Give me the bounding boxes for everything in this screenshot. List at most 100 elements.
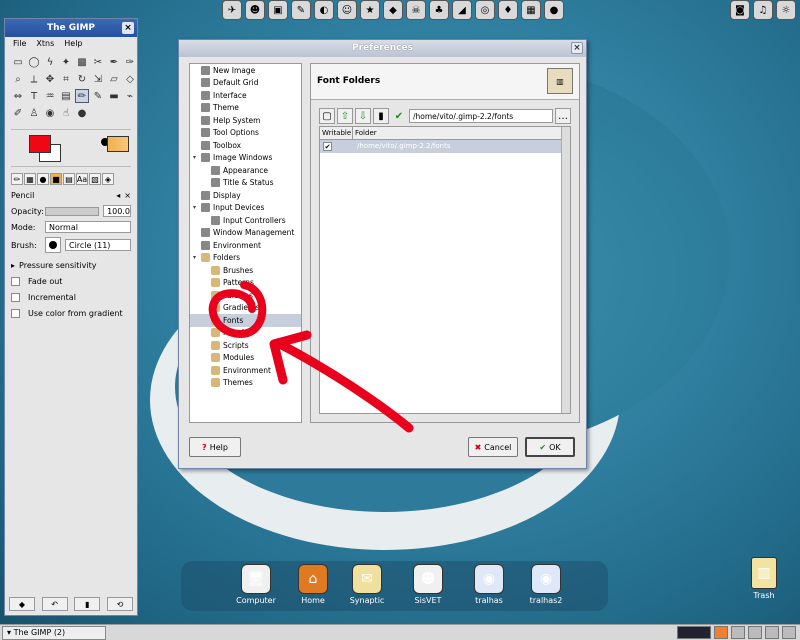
workspace-3[interactable] [765, 626, 779, 639]
rotate-icon[interactable]: ↻ [75, 72, 89, 86]
restore-options-icon[interactable]: ↶ [41, 597, 68, 611]
color-select-icon[interactable]: ▩ [75, 55, 89, 69]
tree-item[interactable]: Environment [190, 239, 301, 252]
camera-icon[interactable]: ◙ [730, 0, 750, 20]
tree-item[interactable]: Tool Options [190, 127, 301, 140]
launcher-icon[interactable]: ★ [360, 0, 380, 20]
launcher-icon[interactable]: ◢ [452, 0, 472, 20]
zoom-icon[interactable]: ⌕ [11, 72, 25, 86]
tree-item[interactable]: Appearance [190, 164, 301, 177]
dock-item-tralhas2[interactable]: ◉ tralhas2 [521, 564, 571, 605]
tree-item[interactable]: Title & Status [190, 177, 301, 190]
browser-icon[interactable] [714, 626, 728, 639]
tux-icon[interactable]: ● [544, 0, 564, 20]
column-folder[interactable]: Folder [353, 127, 570, 139]
launcher-icon[interactable]: ◐ [314, 0, 334, 20]
paintbrush-icon[interactable]: ✎ [91, 89, 105, 103]
lasso-icon[interactable]: ϟ [43, 55, 57, 69]
launcher-icon[interactable]: ◎ [475, 0, 495, 20]
tree-item[interactable]: Window Management [190, 227, 301, 240]
tree-item[interactable]: Display [190, 189, 301, 202]
applet-icon[interactable]: ♫ [753, 0, 773, 20]
launcher-icon[interactable]: ◆ [383, 0, 403, 20]
gimp-titlebar[interactable]: The GIMP × [5, 19, 137, 37]
move-icon[interactable]: ✥ [43, 72, 57, 86]
tree-item[interactable]: Patterns [190, 277, 301, 290]
expander-icon[interactable]: ▾ [193, 254, 201, 261]
tree-item[interactable]: Themes [190, 377, 301, 390]
dodge-burn-icon[interactable]: ● [75, 106, 89, 120]
table-row[interactable]: ✔ /home/vito/.gimp-2.2/fonts [320, 140, 570, 153]
clone-icon[interactable]: ♙ [27, 106, 41, 120]
dock-item-sisvet[interactable]: ☻ SisVET [403, 564, 453, 605]
scale-icon[interactable]: ⇲ [91, 72, 105, 86]
foreground-color-swatch[interactable] [29, 135, 51, 153]
applet-icon[interactable]: ☼ [776, 0, 796, 20]
new-folder-icon[interactable]: ▢ [319, 108, 335, 124]
crop-icon[interactable]: ⌗ [59, 72, 73, 86]
blend-icon[interactable]: ▤ [59, 89, 73, 103]
launcher-icon[interactable]: ▦ [521, 0, 541, 20]
tree-item[interactable]: ▾ Image Windows [190, 152, 301, 165]
devices-tab-icon[interactable]: ▦ [24, 173, 36, 185]
taskbar-button-gimp[interactable]: ▾ The GIMP (2) [2, 626, 106, 640]
editor-icon[interactable]: ✎ [291, 0, 311, 20]
dock-menu-icon[interactable]: ◂ [116, 191, 120, 200]
tree-item[interactable]: Input Controllers [190, 214, 301, 227]
tree-item[interactable]: Help System [190, 114, 301, 127]
scissors-icon[interactable]: ✂ [91, 55, 105, 69]
tool-options-tab-icon[interactable]: ✏ [11, 173, 23, 185]
palettes-tab-icon[interactable]: ▧ [89, 173, 101, 185]
close-icon[interactable]: × [571, 42, 583, 54]
dock-item-tralhas[interactable]: ◉ tralhas [464, 564, 514, 605]
fade-out-checkbox[interactable] [11, 276, 20, 286]
ellipse-select-icon[interactable]: ◯ [27, 55, 41, 69]
tree-item[interactable]: Environment [190, 364, 301, 377]
tree-item[interactable]: Gradients [190, 302, 301, 315]
eraser-icon[interactable]: ▬ [107, 89, 121, 103]
gradient-preview[interactable] [107, 136, 129, 152]
preferences-titlebar[interactable]: Preferences × [179, 40, 586, 57]
incremental-checkbox[interactable] [11, 292, 20, 302]
move-down-icon[interactable]: ⇩ [355, 108, 371, 124]
workspace-2[interactable] [748, 626, 762, 639]
trash-desktop-icon[interactable]: ▥ Trash [744, 557, 784, 600]
delete-options-icon[interactable]: ▮ [74, 597, 101, 611]
launcher-icon[interactable]: ☻ [245, 0, 265, 20]
dock-item-home[interactable]: ⌂ Home [288, 564, 338, 605]
help-button[interactable]: ? Help [189, 437, 241, 457]
color-picker-icon[interactable]: ✑ [123, 55, 137, 69]
mode-select[interactable]: Normal [45, 221, 131, 233]
tree-item[interactable]: Default Grid [190, 77, 301, 90]
fade-out-option[interactable]: Fade out [5, 273, 137, 289]
tree-item[interactable]: Fonts [190, 314, 301, 327]
tree-item[interactable]: Brushes [190, 264, 301, 277]
dock-item-synaptic[interactable]: ✉ Synaptic [342, 564, 392, 605]
tree-item[interactable]: Plug-Ins [190, 327, 301, 340]
flip-icon[interactable]: ⇔ [11, 89, 25, 103]
launcher-icon[interactable]: ♣ [429, 0, 449, 20]
folder-path-input[interactable]: /home/vito/.gimp-2.2/fonts [409, 109, 553, 123]
gradient-option[interactable]: Use color from gradient [5, 305, 137, 321]
convolve-icon[interactable]: ◉ [43, 106, 57, 120]
rect-select-icon[interactable]: ▭ [11, 55, 25, 69]
gimp-icon[interactable]: ☺ [337, 0, 357, 20]
bucket-fill-icon[interactable]: ♒ [43, 89, 57, 103]
workspace-1[interactable] [731, 626, 745, 639]
tree-item[interactable]: ▾ Folders [190, 252, 301, 265]
measure-icon[interactable]: ⟂ [27, 72, 41, 86]
patterns-tab-icon[interactable]: ■ [50, 173, 62, 185]
tree-item[interactable]: Palettes [190, 289, 301, 302]
launcher-icon[interactable]: ✈ [222, 0, 242, 20]
save-options-icon[interactable]: ◆ [9, 597, 35, 611]
brush-button[interactable] [45, 237, 61, 253]
menu-file[interactable]: File [13, 37, 26, 51]
ok-button[interactable]: ✔ OK [525, 437, 575, 457]
dock-close-icon[interactable]: × [124, 191, 131, 200]
delete-folder-icon[interactable]: ▮ [373, 108, 389, 124]
incremental-option[interactable]: Incremental [5, 289, 137, 305]
cancel-button[interactable]: ✖ Cancel [468, 437, 518, 457]
pencil-icon[interactable]: ✏ [75, 89, 89, 103]
gradient-checkbox[interactable] [11, 308, 20, 318]
brushes-tab-icon[interactable]: ● [37, 173, 49, 185]
